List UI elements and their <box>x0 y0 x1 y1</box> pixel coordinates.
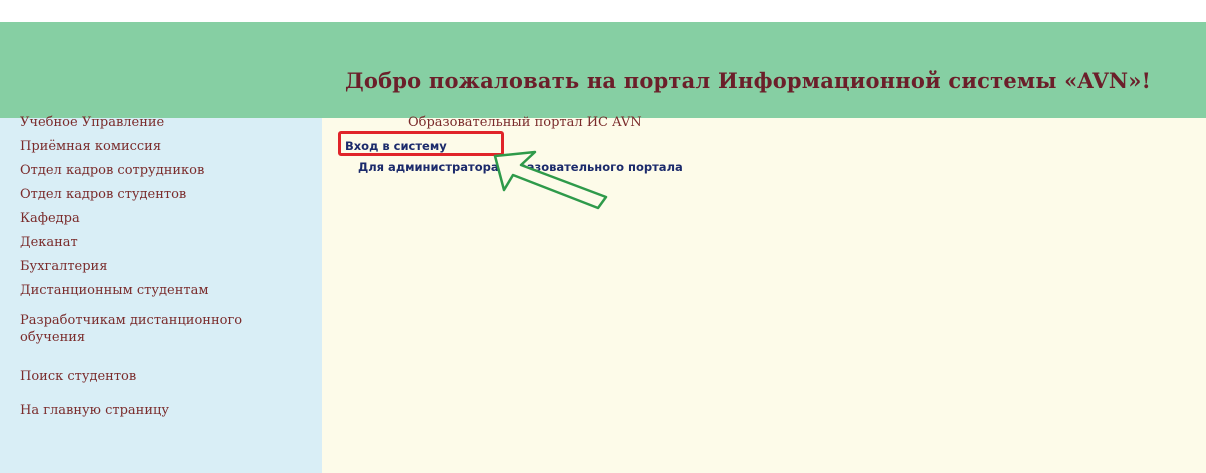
sidebar-item-department[interactable]: Кафедра <box>20 210 80 227</box>
sidebar-item-accounting[interactable]: Бухгалтерия <box>20 258 107 275</box>
sidebar-item-staff-hr[interactable]: Отдел кадров сотрудников <box>20 162 204 179</box>
sidebar-item-academic-office[interactable]: Учебное Управление <box>20 114 164 131</box>
header-banner: Добро пожаловать на портал Информационно… <box>0 22 1206 118</box>
top-strip <box>0 0 1206 22</box>
page: Добро пожаловать на портал Информационно… <box>0 0 1206 473</box>
portal-title: Образовательный портал ИС AVN <box>408 115 642 130</box>
page-title: Добро пожаловать на портал Информационно… <box>345 68 1152 93</box>
sidebar-item-home[interactable]: На главную страницу <box>20 402 169 419</box>
sidebar-item-distance-students[interactable]: Дистанционным студентам <box>20 282 208 299</box>
sidebar-item-student-search[interactable]: Поиск студентов <box>20 368 136 385</box>
sidebar-item-student-hr[interactable]: Отдел кадров студентов <box>20 186 186 203</box>
admin-portal-link[interactable]: Для администратора образовательного порт… <box>358 160 683 174</box>
login-highlight-box <box>338 131 504 156</box>
sidebar-item-deans-office[interactable]: Деканат <box>20 234 78 251</box>
sidebar-item-distance-developers[interactable]: Разработчикам дистанционного обучения <box>20 312 280 346</box>
sidebar-item-admissions[interactable]: Приёмная комиссия <box>20 138 161 155</box>
